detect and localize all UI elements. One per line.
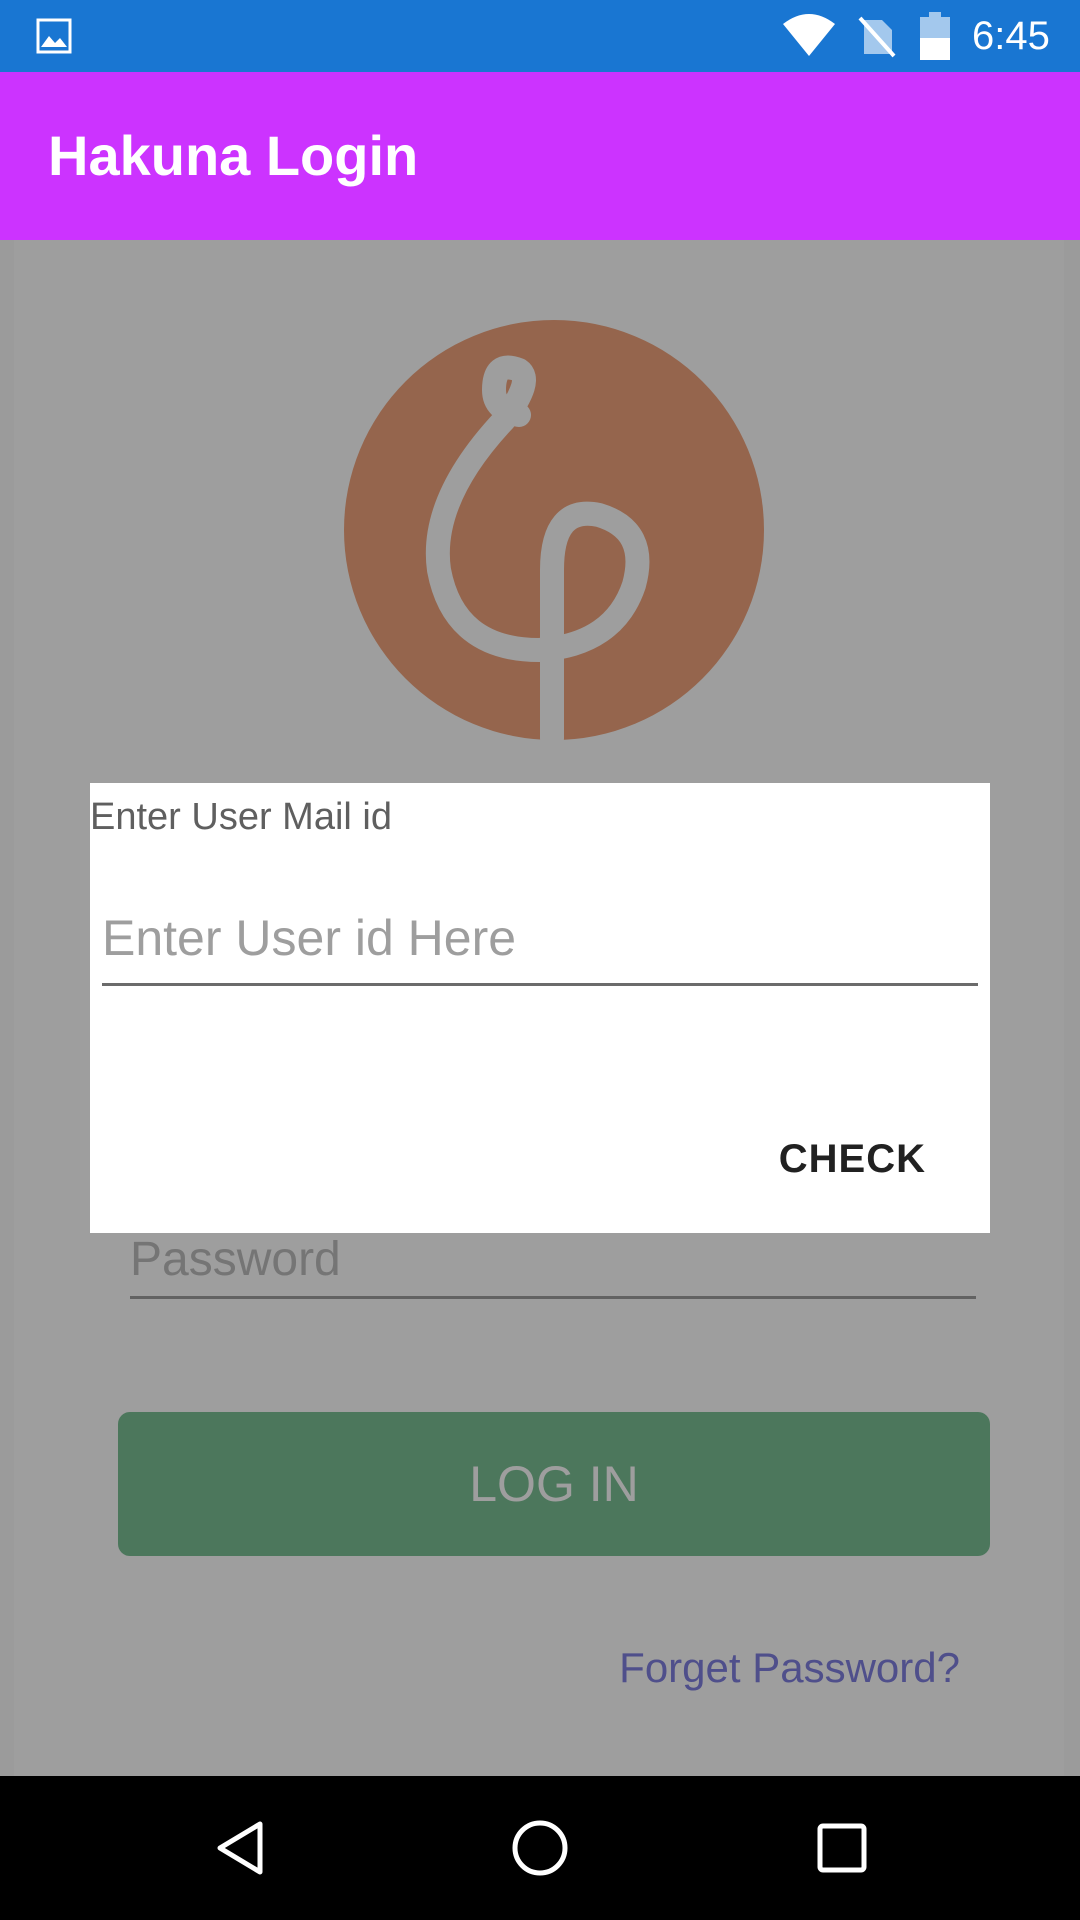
dialog-title: Enter User Mail id [90, 796, 392, 838]
home-icon[interactable] [510, 1818, 570, 1878]
wifi-icon [783, 14, 835, 56]
status-clock: 6:45 [972, 14, 1050, 58]
app-bar: Hakuna Login [0, 72, 1080, 240]
app-title: Hakuna Login [48, 124, 419, 187]
user-mail-dialog: Enter User Mail id Enter User id Here CH… [90, 783, 990, 1233]
user-id-input[interactable]: Enter User id Here [102, 903, 978, 986]
navigation-bar [0, 1776, 1080, 1920]
back-icon[interactable] [210, 1818, 270, 1878]
status-bar: 6:45 [0, 0, 1080, 72]
check-button[interactable]: CHECK [779, 1135, 926, 1183]
battery-icon [920, 12, 950, 60]
recents-icon[interactable] [812, 1818, 872, 1878]
no-sim-icon [858, 16, 896, 58]
gallery-icon [36, 18, 72, 54]
